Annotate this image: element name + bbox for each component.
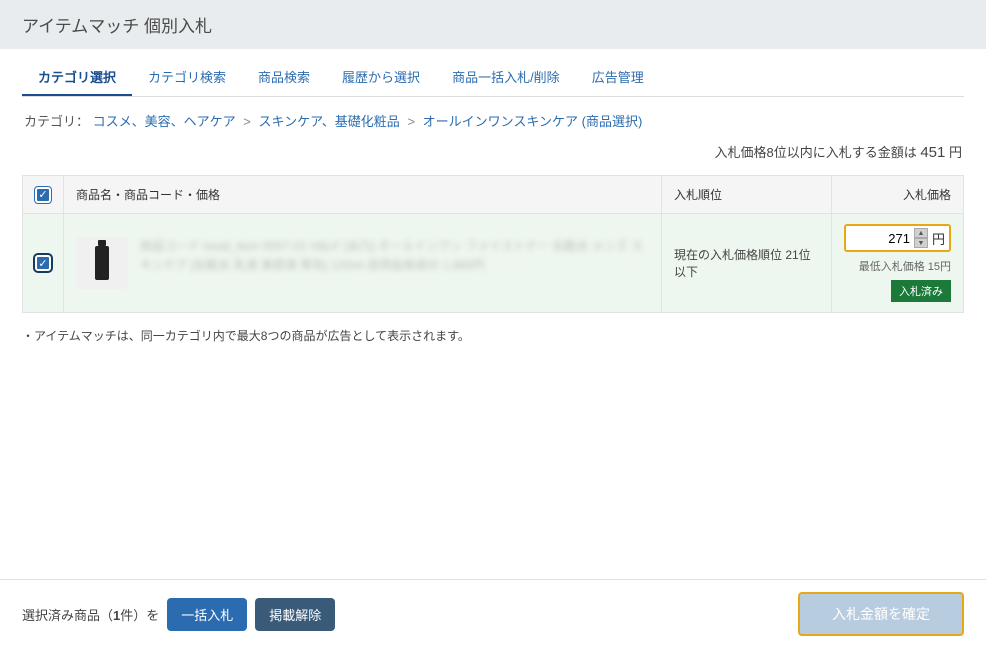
price-spinner: ▲ ▼	[914, 228, 928, 248]
table-footnote: ・アイテムマッチは、同一カテゴリ内で最大8つの商品が広告として表示されます。	[10, 313, 976, 358]
product-thumbnail	[76, 237, 128, 289]
table-row: ✓ 商品コード head_item 0007-01 H&LF [水乃] オールイ…	[23, 214, 964, 313]
bid-price-input[interactable]	[850, 231, 910, 246]
selection-summary: 選択済み商品（1件）を 一括入札 掲載解除	[22, 598, 335, 631]
tab-bulk-bid-delete[interactable]: 商品一括入札/削除	[436, 59, 576, 96]
bottom-action-bar: 選択済み商品（1件）を 一括入札 掲載解除 入札金額を確定	[0, 579, 986, 648]
tab-bar: カテゴリ選択 カテゴリ検索 商品検索 履歴から選択 商品一括入札/削除 広告管理	[22, 59, 964, 97]
bid-done-badge: 入札済み	[891, 280, 951, 302]
bottle-icon	[95, 246, 109, 280]
breadcrumb-separator: >	[243, 114, 251, 129]
confirm-bid-button[interactable]: 入札金額を確定	[798, 592, 964, 636]
breadcrumb-prefix: カテゴリ：	[24, 114, 89, 129]
bid-price-input-wrap: ▲ ▼ 円	[844, 224, 951, 252]
tab-ad-manage[interactable]: 広告管理	[576, 59, 660, 96]
header-rank: 入札順位	[661, 176, 831, 214]
header-name: 商品名・商品コード・価格	[64, 176, 662, 214]
tab-category-search[interactable]: カテゴリ検索	[132, 59, 242, 96]
breadcrumb-separator: >	[407, 114, 415, 129]
products-table: ✓ 商品名・商品コード・価格 入札順位 入札価格 ✓ 商品コード head_it…	[22, 175, 964, 313]
page-title: アイテムマッチ 個別入札	[0, 0, 986, 49]
tab-product-search[interactable]: 商品検索	[242, 59, 326, 96]
bid-rank-note: 入札価格8位以内に入札する金額は 451 円	[10, 136, 976, 175]
header-checkbox-cell: ✓	[23, 176, 64, 214]
min-bid-text: 最低入札価格 15円	[844, 258, 951, 274]
breadcrumb: カテゴリ： コスメ、美容、ヘアケア > スキンケア、基礎化粧品 > オールインワ…	[10, 97, 976, 136]
breadcrumb-link-1[interactable]: コスメ、美容、ヘアケア	[93, 114, 236, 129]
row-checkbox[interactable]: ✓	[35, 255, 51, 271]
spinner-down-icon[interactable]: ▼	[914, 238, 928, 248]
header-price: 入札価格	[831, 176, 963, 214]
product-info-blurred: 商品コード head_item 0007-01 H&LF [水乃] オールインワ…	[140, 237, 649, 289]
tab-history-select[interactable]: 履歴から選択	[326, 59, 436, 96]
bid-rank-text: 現在の入札価格順位 21位以下	[674, 248, 811, 279]
tab-category-select[interactable]: カテゴリ選択	[22, 59, 132, 96]
price-unit: 円	[932, 229, 945, 248]
main-panel: カテゴリ選択 カテゴリ検索 商品検索 履歴から選択 商品一括入札/削除 広告管理…	[10, 59, 976, 358]
breadcrumb-current: オールインワンスキンケア (商品選択)	[423, 114, 643, 129]
select-all-checkbox[interactable]: ✓	[35, 187, 51, 203]
breadcrumb-link-2[interactable]: スキンケア、基礎化粧品	[259, 114, 400, 129]
spinner-up-icon[interactable]: ▲	[914, 228, 928, 238]
remove-listing-button[interactable]: 掲載解除	[255, 598, 335, 631]
bulk-bid-button[interactable]: 一括入札	[167, 598, 247, 631]
